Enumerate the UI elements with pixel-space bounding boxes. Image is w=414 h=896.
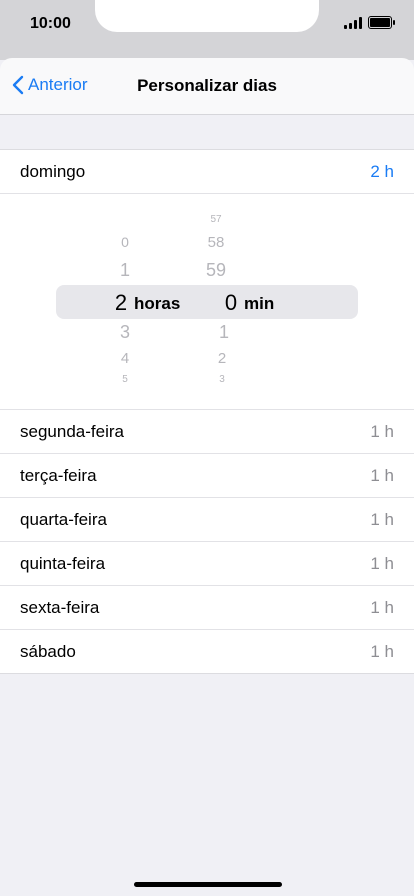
day-row-domingo[interactable]: domingo 2 h: [0, 150, 414, 194]
page-title: Personalizar dias: [137, 76, 277, 95]
minute-option: 1: [218, 322, 229, 342]
signal-icon: [344, 17, 362, 29]
day-row-quarta[interactable]: quarta-feira 1 h: [0, 498, 414, 542]
day-row-sexta[interactable]: sexta-feira 1 h: [0, 586, 414, 630]
navigation-bar: Anterior Personalizar dias: [0, 58, 414, 115]
minute-option: 3: [219, 374, 225, 383]
hours-unit-label: horas: [134, 294, 181, 313]
status-bar: 10:00: [0, 0, 414, 60]
duration-picker[interactable]: 0 1 2 3 4 5 horas 57 58 59 0 1 2 3 min: [0, 194, 414, 410]
day-row-quinta[interactable]: quinta-feira 1 h: [0, 542, 414, 586]
day-label: sábado: [20, 641, 76, 661]
status-time: 10:00: [30, 15, 71, 32]
day-label: quarta-feira: [20, 509, 107, 529]
day-value: 1 h: [370, 641, 394, 661]
day-label: segunda-feira: [20, 421, 124, 441]
day-row-sabado[interactable]: sábado 1 h: [0, 630, 414, 673]
day-value: 1 h: [370, 509, 394, 529]
day-row-segunda[interactable]: segunda-feira 1 h: [0, 410, 414, 454]
day-value: 2 h: [370, 161, 394, 181]
status-icons: [344, 16, 395, 29]
home-indicator[interactable]: [134, 882, 282, 887]
day-label: domingo: [20, 161, 86, 181]
hour-option: 0: [121, 234, 129, 250]
days-list: domingo 2 h 0 1 2 3 4 5 horas 57 58 59 0…: [0, 149, 414, 674]
day-label: quinta-feira: [20, 553, 106, 573]
notch: [95, 0, 319, 32]
day-label: terça-feira: [20, 465, 97, 485]
minute-option: 58: [207, 234, 225, 251]
minutes-unit-label: min: [244, 294, 275, 313]
day-row-terca[interactable]: terça-feira 1 h: [0, 454, 414, 498]
battery-icon: [368, 16, 395, 29]
day-value: 1 h: [370, 553, 394, 573]
day-value: 1 h: [370, 465, 394, 485]
minute-option: 57: [210, 214, 222, 224]
hour-option: 4: [120, 350, 130, 367]
day-value: 1 h: [370, 421, 394, 441]
day-label: sexta-feira: [20, 597, 100, 617]
minute-option: 59: [205, 260, 227, 280]
minute-option: 2: [217, 350, 227, 367]
day-value: 1 h: [370, 597, 394, 617]
hour-option: 3: [119, 322, 130, 342]
hour-option: 1: [119, 260, 130, 280]
hour-option: 5: [122, 374, 128, 383]
